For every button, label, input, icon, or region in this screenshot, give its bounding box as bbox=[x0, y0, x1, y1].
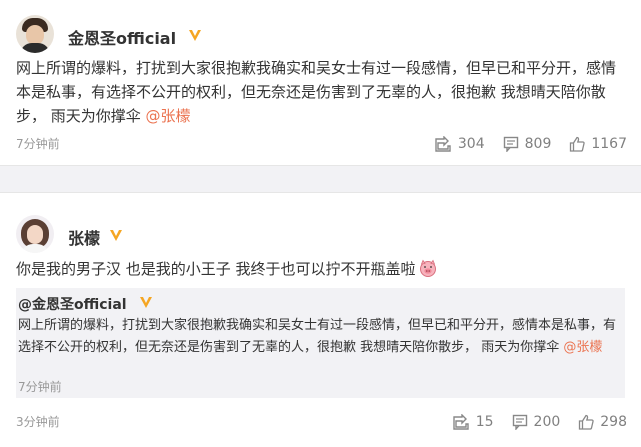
avatar-body bbox=[21, 244, 49, 253]
post-time[interactable]: 3分钟前 bbox=[16, 413, 60, 430]
thumbs-up-icon bbox=[579, 414, 594, 430]
weibo-post: 金恩圣official 网上所谓的爆料，打扰到大家很抱歉我确实和吴女士有过一段感… bbox=[0, 0, 641, 165]
avatar-body bbox=[20, 43, 50, 53]
like-count: 1167 bbox=[591, 136, 627, 152]
quoted-body: 网上所谓的爆料，打扰到大家很抱歉我确实和吴女士有过一段感情，但早已和平分开，感情… bbox=[18, 318, 617, 355]
post-body: 你是我的男子汉 也是我的小王子 我终于也可以拧不开瓶盖啦 bbox=[16, 260, 416, 278]
author-name[interactable]: 张檬 bbox=[68, 225, 100, 249]
post-text: 网上所谓的爆料，打扰到大家很抱歉我确实和吴女士有过一段感情，但早已和平分开，感情… bbox=[16, 56, 626, 128]
feed-divider bbox=[0, 165, 641, 193]
quoted-text: 网上所谓的爆料，打扰到大家很抱歉我确实和吴女士有过一段感情，但早已和平分开，感情… bbox=[18, 315, 618, 359]
comment-icon bbox=[512, 414, 527, 430]
mention-link[interactable]: @张檬 bbox=[563, 340, 602, 355]
repost-button[interactable]: 15 bbox=[452, 414, 494, 430]
pig-face-icon bbox=[418, 259, 438, 277]
avatar-face bbox=[26, 25, 44, 45]
weibo-post: 张檬 你是我的男子汉 也是我的小王子 我终于也可以拧不开瓶盖啦 @金恩圣offi… bbox=[0, 193, 641, 447]
comment-count: 809 bbox=[524, 136, 552, 152]
mention-link[interactable]: @张檬 bbox=[146, 107, 191, 125]
like-button[interactable]: 1167 bbox=[569, 136, 627, 152]
quoted-post[interactable]: @金恩圣official 网上所谓的爆料，打扰到大家很抱歉我确实和吴女士有过一段… bbox=[16, 288, 625, 398]
post-actions: 304 809 1167 bbox=[416, 134, 627, 154]
comment-icon bbox=[503, 136, 518, 152]
comment-button[interactable]: 809 bbox=[503, 136, 552, 152]
avatar-face bbox=[27, 225, 43, 244]
avatar[interactable] bbox=[16, 215, 54, 253]
author-name[interactable]: 金恩圣official bbox=[68, 25, 176, 49]
quoted-time[interactable]: 7分钟前 bbox=[18, 378, 62, 395]
comment-count: 200 bbox=[533, 414, 561, 430]
repost-count: 304 bbox=[457, 136, 485, 152]
like-count: 298 bbox=[600, 414, 627, 430]
avatar[interactable] bbox=[16, 15, 54, 53]
verified-badge-icon bbox=[187, 27, 203, 43]
comment-button[interactable]: 200 bbox=[512, 414, 561, 430]
like-button[interactable]: 298 bbox=[578, 414, 627, 430]
verified-badge-icon bbox=[138, 294, 154, 310]
post-time[interactable]: 7分钟前 bbox=[16, 135, 60, 152]
verified-badge-icon bbox=[108, 227, 124, 243]
thumbs-up-icon bbox=[570, 136, 586, 152]
repost-button[interactable]: 304 bbox=[434, 136, 485, 152]
repost-icon bbox=[453, 414, 469, 430]
repost-count: 15 bbox=[475, 414, 494, 430]
quoted-author[interactable]: @金恩圣official bbox=[18, 294, 127, 314]
post-text: 你是我的男子汉 也是我的小王子 我终于也可以拧不开瓶盖啦 bbox=[16, 257, 626, 281]
post-actions: 15 200 298 bbox=[434, 412, 627, 432]
repost-icon bbox=[435, 136, 451, 152]
post-body: 网上所谓的爆料，打扰到大家很抱歉我确实和吴女士有过一段感情，但早已和平分开，感情… bbox=[16, 59, 617, 125]
